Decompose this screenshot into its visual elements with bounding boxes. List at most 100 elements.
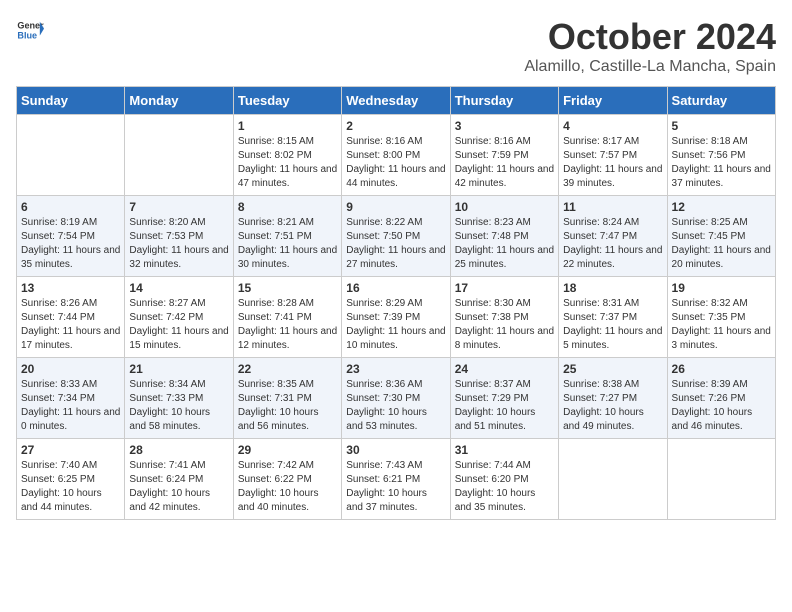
calendar-cell: 31 Sunrise: 7:44 AM Sunset: 6:20 PM Dayli… (450, 439, 558, 520)
cell-details: Sunrise: 8:36 AM Sunset: 7:30 PM Dayligh… (346, 378, 445, 434)
calendar-cell: 16 Sunrise: 8:29 AM Sunset: 7:39 PM Dayli… (342, 277, 450, 358)
day-of-week-header: Saturday (667, 87, 775, 115)
cell-details: Sunrise: 8:26 AM Sunset: 7:44 PM Dayligh… (21, 297, 120, 353)
cell-details: Sunrise: 8:31 AM Sunset: 7:37 PM Dayligh… (563, 297, 662, 353)
calendar-cell: 17Sunrise: 8:30 AM Sunset: 7:38 PM Dayli… (450, 277, 558, 358)
cell-details: Sunrise: 8:19 AM Sunset: 7:54 PM Dayligh… (21, 216, 120, 272)
calendar-cell: 18 Sunrise: 8:31 AM Sunset: 7:37 PM Dayli… (559, 277, 667, 358)
calendar-cell: 1 Sunrise: 8:15 AM Sunset: 8:02 PM Daylig… (233, 115, 341, 196)
day-number: 9 (346, 200, 445, 214)
calendar-cell: 13 Sunrise: 8:26 AM Sunset: 7:44 PM Dayli… (17, 277, 125, 358)
cell-details: Sunrise: 8:39 AM Sunset: 7:26 PM Dayligh… (672, 378, 771, 434)
calendar-cell: 7Sunrise: 8:20 AM Sunset: 7:53 PM Daylig… (125, 196, 233, 277)
calendar-cell: 5 Sunrise: 8:18 AM Sunset: 7:56 PM Daylig… (667, 115, 775, 196)
day-number: 30 (346, 443, 445, 457)
calendar-cell (17, 115, 125, 196)
calendar-cell: 19Sunrise: 8:32 AM Sunset: 7:35 PM Dayli… (667, 277, 775, 358)
title-block: October 2024 Alamillo, Castille-La Manch… (524, 16, 776, 76)
calendar-cell: 12Sunrise: 8:25 AM Sunset: 7:45 PM Dayli… (667, 196, 775, 277)
day-number: 24 (455, 362, 554, 376)
day-number: 12 (672, 200, 771, 214)
calendar-cell: 6 Sunrise: 8:19 AM Sunset: 7:54 PM Daylig… (17, 196, 125, 277)
calendar-week-row: 13 Sunrise: 8:26 AM Sunset: 7:44 PM Dayli… (17, 277, 776, 358)
calendar-cell (667, 439, 775, 520)
logo-icon: General Blue (16, 16, 44, 44)
cell-details: Sunrise: 8:15 AM Sunset: 8:02 PM Dayligh… (238, 135, 337, 191)
calendar-cell: 30 Sunrise: 7:43 AM Sunset: 6:21 PM Dayli… (342, 439, 450, 520)
calendar-cell: 27 Sunrise: 7:40 AM Sunset: 6:25 PM Dayli… (17, 439, 125, 520)
calendar-week-row: 6 Sunrise: 8:19 AM Sunset: 7:54 PM Daylig… (17, 196, 776, 277)
day-number: 22 (238, 362, 337, 376)
calendar-week-row: 27 Sunrise: 7:40 AM Sunset: 6:25 PM Dayli… (17, 439, 776, 520)
day-number: 5 (672, 119, 771, 133)
day-number: 13 (21, 281, 120, 295)
day-number: 3 (455, 119, 554, 133)
day-number: 16 (346, 281, 445, 295)
day-number: 26 (672, 362, 771, 376)
cell-details: Sunrise: 8:16 AM Sunset: 7:59 PM Dayligh… (455, 135, 554, 191)
calendar-week-row: 1 Sunrise: 8:15 AM Sunset: 8:02 PM Daylig… (17, 115, 776, 196)
day-number: 21 (129, 362, 228, 376)
cell-details: Sunrise: 7:41 AM Sunset: 6:24 PM Dayligh… (129, 459, 228, 515)
day-number: 17 (455, 281, 554, 295)
cell-details: Sunrise: 7:42 AM Sunset: 6:22 PM Dayligh… (238, 459, 337, 515)
cell-details: Sunrise: 8:22 AM Sunset: 7:50 PM Dayligh… (346, 216, 445, 272)
day-number: 28 (129, 443, 228, 457)
day-number: 27 (21, 443, 120, 457)
cell-details: Sunrise: 8:33 AM Sunset: 7:34 PM Dayligh… (21, 378, 120, 434)
cell-details: Sunrise: 7:40 AM Sunset: 6:25 PM Dayligh… (21, 459, 120, 515)
day-number: 2 (346, 119, 445, 133)
day-number: 4 (563, 119, 662, 133)
cell-details: Sunrise: 8:20 AM Sunset: 7:53 PM Dayligh… (129, 216, 228, 272)
cell-details: Sunrise: 8:18 AM Sunset: 7:56 PM Dayligh… (672, 135, 771, 191)
day-number: 31 (455, 443, 554, 457)
calendar-cell: 10 Sunrise: 8:23 AM Sunset: 7:48 PM Dayli… (450, 196, 558, 277)
cell-details: Sunrise: 8:21 AM Sunset: 7:51 PM Dayligh… (238, 216, 337, 272)
calendar-cell: 23 Sunrise: 8:36 AM Sunset: 7:30 PM Dayli… (342, 358, 450, 439)
calendar-cell: 15Sunrise: 8:28 AM Sunset: 7:41 PM Dayli… (233, 277, 341, 358)
calendar-cell: 3 Sunrise: 8:16 AM Sunset: 7:59 PM Daylig… (450, 115, 558, 196)
cell-details: Sunrise: 8:23 AM Sunset: 7:48 PM Dayligh… (455, 216, 554, 272)
day-number: 8 (238, 200, 337, 214)
calendar-cell: 26 Sunrise: 8:39 AM Sunset: 7:26 PM Dayli… (667, 358, 775, 439)
calendar-cell (125, 115, 233, 196)
day-of-week-header: Friday (559, 87, 667, 115)
location-title: Alamillo, Castille-La Mancha, Spain (524, 58, 776, 76)
day-number: 10 (455, 200, 554, 214)
calendar-cell: 20Sunrise: 8:33 AM Sunset: 7:34 PM Dayli… (17, 358, 125, 439)
day-number: 19 (672, 281, 771, 295)
cell-details: Sunrise: 7:44 AM Sunset: 6:20 PM Dayligh… (455, 459, 554, 515)
day-number: 18 (563, 281, 662, 295)
day-number: 25 (563, 362, 662, 376)
calendar-cell: 28 Sunrise: 7:41 AM Sunset: 6:24 PM Dayli… (125, 439, 233, 520)
calendar-cell: 29Sunrise: 7:42 AM Sunset: 6:22 PM Dayli… (233, 439, 341, 520)
cell-details: Sunrise: 8:27 AM Sunset: 7:42 PM Dayligh… (129, 297, 228, 353)
calendar-cell: 2Sunrise: 8:16 AM Sunset: 8:00 PM Daylig… (342, 115, 450, 196)
cell-details: Sunrise: 8:28 AM Sunset: 7:41 PM Dayligh… (238, 297, 337, 353)
calendar-table: SundayMondayTuesdayWednesdayThursdayFrid… (16, 86, 776, 520)
day-number: 14 (129, 281, 228, 295)
cell-details: Sunrise: 8:34 AM Sunset: 7:33 PM Dayligh… (129, 378, 228, 434)
calendar-cell: 21 Sunrise: 8:34 AM Sunset: 7:33 PM Dayli… (125, 358, 233, 439)
day-number: 11 (563, 200, 662, 214)
calendar-header-row: SundayMondayTuesdayWednesdayThursdayFrid… (17, 87, 776, 115)
day-number: 6 (21, 200, 120, 214)
logo: General Blue (16, 16, 44, 44)
day-number: 1 (238, 119, 337, 133)
day-of-week-header: Monday (125, 87, 233, 115)
calendar-cell (559, 439, 667, 520)
calendar-week-row: 20Sunrise: 8:33 AM Sunset: 7:34 PM Dayli… (17, 358, 776, 439)
calendar-body: 1 Sunrise: 8:15 AM Sunset: 8:02 PM Daylig… (17, 115, 776, 520)
cell-details: Sunrise: 8:24 AM Sunset: 7:47 PM Dayligh… (563, 216, 662, 272)
page-header: General Blue October 2024 Alamillo, Cast… (16, 16, 776, 76)
svg-text:Blue: Blue (17, 30, 37, 40)
calendar-cell: 25Sunrise: 8:38 AM Sunset: 7:27 PM Dayli… (559, 358, 667, 439)
calendar-cell: 8 Sunrise: 8:21 AM Sunset: 7:51 PM Daylig… (233, 196, 341, 277)
cell-details: Sunrise: 8:29 AM Sunset: 7:39 PM Dayligh… (346, 297, 445, 353)
calendar-cell: 24Sunrise: 8:37 AM Sunset: 7:29 PM Dayli… (450, 358, 558, 439)
month-title: October 2024 (524, 16, 776, 58)
day-number: 23 (346, 362, 445, 376)
day-of-week-header: Thursday (450, 87, 558, 115)
cell-details: Sunrise: 7:43 AM Sunset: 6:21 PM Dayligh… (346, 459, 445, 515)
calendar-cell: 11 Sunrise: 8:24 AM Sunset: 7:47 PM Dayli… (559, 196, 667, 277)
